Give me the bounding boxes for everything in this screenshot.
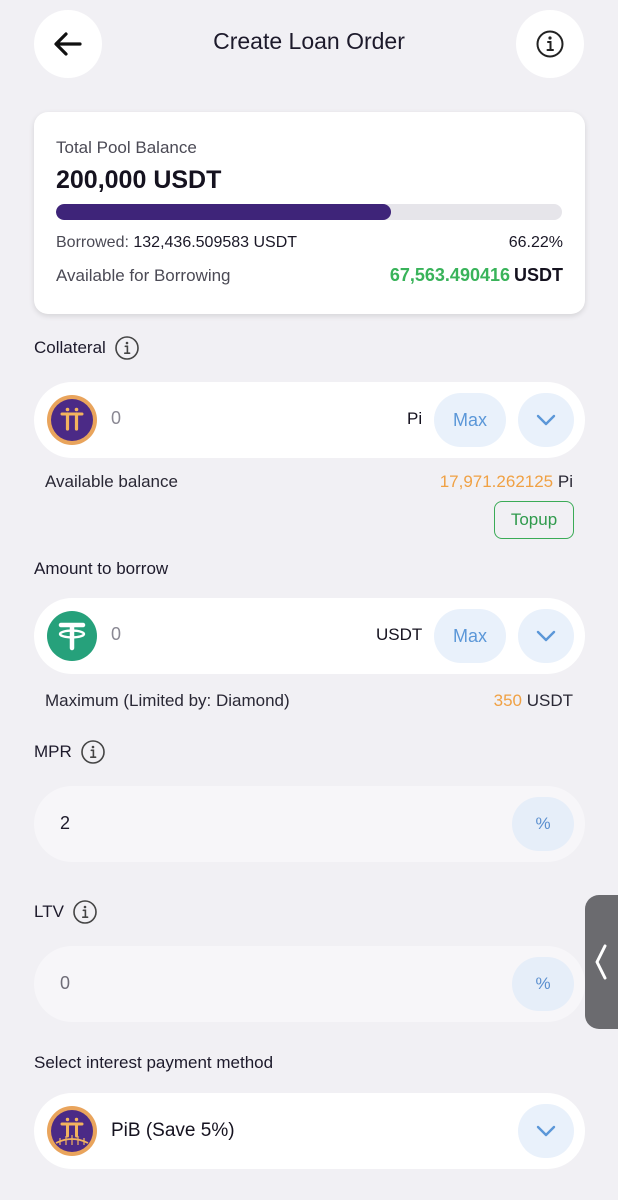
- side-panel-handle[interactable]: [585, 895, 618, 1029]
- topup-button[interactable]: Topup: [494, 501, 574, 539]
- chevron-down-icon: [536, 414, 556, 426]
- pool-balance-card: Total Pool Balance 200,000 USDT Borrowed…: [34, 112, 585, 314]
- mpr-label: MPR: [34, 739, 106, 765]
- info-icon[interactable]: [114, 335, 140, 361]
- collateral-max-button[interactable]: Max: [434, 393, 506, 447]
- borrow-max-button[interactable]: Max: [434, 609, 506, 663]
- borrow-label-text: Amount to borrow: [34, 559, 169, 578]
- pi-coin-icon: [46, 394, 98, 446]
- available-balance-value: 17,971.262125: [439, 472, 554, 491]
- payment-method-label: Select interest payment method: [34, 1053, 273, 1073]
- payment-method-selected: PiB (Save 5%): [111, 1120, 235, 1141]
- available-label: Available for Borrowing: [56, 266, 231, 285]
- available-unit: USDT: [514, 265, 563, 285]
- collateral-amount-input[interactable]: [111, 408, 311, 429]
- borrow-progress-bar: [56, 204, 562, 220]
- mpr-unit-button[interactable]: %: [512, 797, 574, 851]
- maximum-limit-line: Maximum (Limited by: Diamond) 350 USDT: [45, 691, 573, 711]
- borrowed-label: Borrowed:: [56, 234, 129, 251]
- borrowed-value: 132,436.509583 USDT: [133, 234, 298, 251]
- available-value: 67,563.490416: [389, 265, 510, 285]
- pool-title: Total Pool Balance: [56, 138, 197, 157]
- collateral-token-dropdown[interactable]: [518, 393, 574, 447]
- collateral-label: Collateral: [34, 335, 140, 361]
- available-balance-label: Available balance: [45, 472, 178, 491]
- available-balance-line: Available balance 17,971.262125 Pi: [45, 472, 573, 492]
- payment-method-select[interactable]: PiB (Save 5%): [34, 1093, 585, 1169]
- ltv-label-text: LTV: [34, 902, 64, 921]
- chevron-down-icon: [536, 1125, 556, 1137]
- maximum-limit-unit: USDT: [526, 691, 573, 710]
- info-button[interactable]: [516, 10, 584, 78]
- chevron-left-icon: [595, 944, 607, 980]
- available-row: Available for Borrowing 67,563.490416 USD…: [56, 265, 563, 286]
- borrow-amount-input[interactable]: [111, 624, 311, 645]
- borrowed-percent: 66.22%: [508, 234, 563, 251]
- borrow-token-dropdown[interactable]: [518, 609, 574, 663]
- payment-method-dropdown[interactable]: [518, 1104, 574, 1158]
- ltv-unit-button[interactable]: %: [512, 957, 574, 1011]
- tether-icon: [46, 610, 98, 662]
- ltv-label: LTV: [34, 899, 98, 925]
- collateral-unit: Pi: [407, 409, 423, 428]
- info-icon[interactable]: [80, 739, 106, 765]
- borrow-input-row: USDT Max: [34, 598, 585, 674]
- borrow-progress-fill: [56, 204, 392, 220]
- maximum-limit-label: Maximum (Limited by: Diamond): [45, 691, 290, 710]
- mpr-label-text: MPR: [34, 742, 72, 761]
- pool-amount: 200,000 USDT: [56, 166, 222, 194]
- maximum-limit-value: 350: [493, 691, 522, 710]
- header: Create Loan Order: [0, 0, 618, 90]
- mpr-input[interactable]: [60, 813, 260, 834]
- payment-method-label-text: Select interest payment method: [34, 1053, 274, 1072]
- info-icon: [536, 30, 564, 58]
- mpr-input-row: %: [34, 786, 585, 862]
- collateral-label-text: Collateral: [34, 338, 106, 357]
- pib-coin-icon: [46, 1105, 98, 1157]
- ltv-input[interactable]: [60, 973, 260, 994]
- borrow-unit: USDT: [376, 625, 423, 644]
- info-icon[interactable]: [72, 899, 98, 925]
- collateral-input-row: Pi Max: [34, 382, 585, 458]
- borrowed-row: Borrowed: 132,436.509583 USDT 66.22%: [56, 234, 563, 252]
- borrow-label: Amount to borrow: [34, 559, 168, 579]
- chevron-down-icon: [536, 630, 556, 642]
- ltv-input-row: %: [34, 946, 585, 1022]
- available-balance-unit: Pi: [557, 472, 573, 491]
